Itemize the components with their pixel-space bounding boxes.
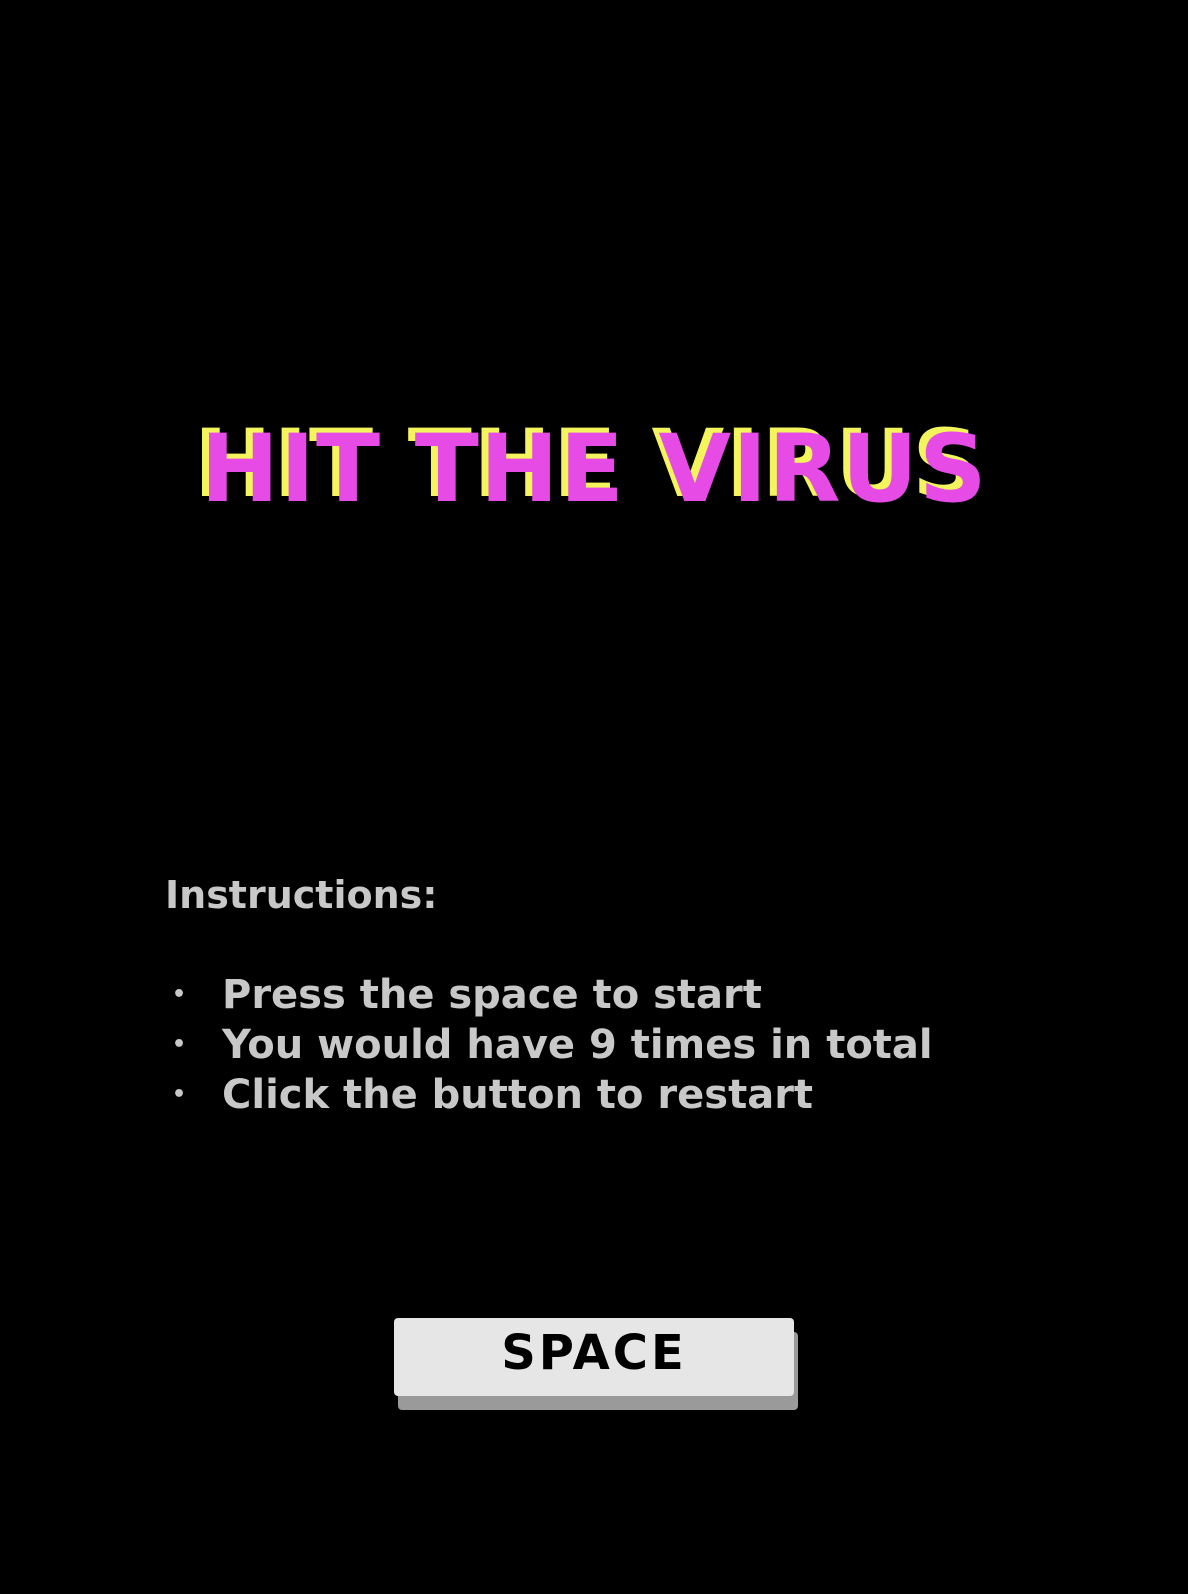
list-item: • You would have 9 times in total — [165, 1020, 933, 1070]
instructions-list: • Press the space to start • You would h… — [165, 970, 933, 1120]
game-title: HIT THE VIRUS — [200, 414, 988, 524]
instructions-panel: Instructions: • Press the space to start… — [165, 870, 933, 1120]
instructions-heading: Instructions: — [165, 873, 438, 917]
space-button[interactable]: SPACE — [394, 1318, 794, 1396]
bullet-icon: • — [172, 982, 187, 1007]
bullet-icon: • — [172, 1082, 187, 1107]
instruction-text: Click the button to restart — [222, 1072, 814, 1118]
bullet-icon: • — [172, 1032, 187, 1057]
list-item: • Click the button to restart — [165, 1070, 933, 1120]
instruction-text: Press the space to start — [222, 972, 762, 1018]
list-item: • Press the space to start — [165, 970, 933, 1020]
instruction-text: You would have 9 times in total — [222, 1022, 933, 1068]
